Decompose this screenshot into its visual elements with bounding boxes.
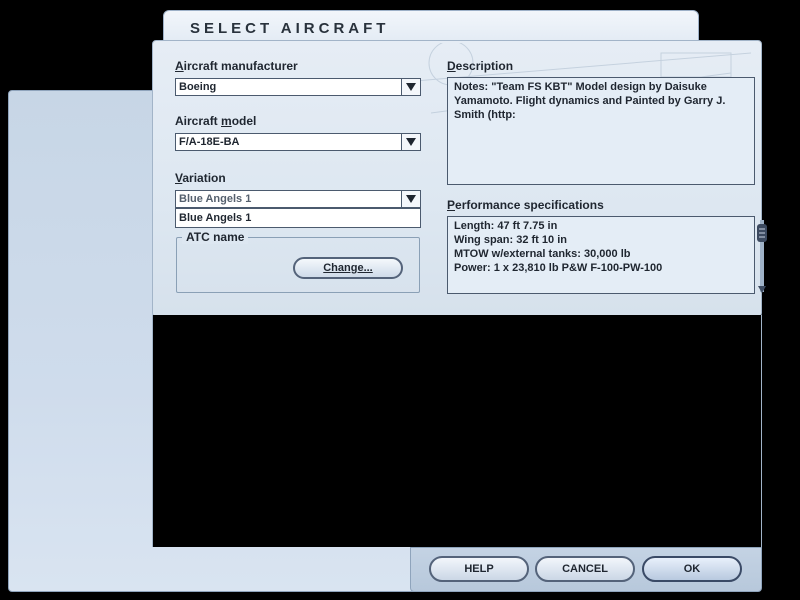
variation-value: Blue Angels 1	[179, 193, 252, 205]
manufacturer-label: Aircraft manufacturer	[175, 59, 298, 73]
variation-select[interactable]: Blue Angels 1	[175, 190, 421, 208]
ok-button[interactable]: OK	[642, 556, 742, 582]
performance-line: MTOW w/external tanks: 30,000 lb	[454, 248, 631, 260]
variation-label: Variation	[175, 171, 226, 185]
performance-line: Wing span: 32 ft 10 in	[454, 234, 567, 246]
chevron-down-icon[interactable]	[401, 79, 420, 95]
description-box: Notes: "Team FS KBT" Model design by Dai…	[447, 77, 755, 185]
chevron-down-icon[interactable]	[401, 191, 420, 207]
page-title: SELECT AIRCRAFT	[190, 20, 390, 37]
cancel-button[interactable]: CANCEL	[535, 556, 635, 582]
manufacturer-value: Boeing	[179, 81, 217, 93]
performance-line: Length: 47 ft 7.75 in	[454, 220, 558, 232]
description-label: Description	[447, 59, 514, 73]
performance-line: Power: 1 x 23,810 lb P&W F-100-PW-100	[454, 262, 663, 274]
model-label: Aircraft model	[175, 114, 257, 128]
description-text: Notes: "Team FS KBT" Model design by Dai…	[454, 81, 726, 121]
manufacturer-select[interactable]: Boeing	[175, 78, 421, 96]
preview-area	[152, 315, 762, 547]
model-value: F/A-18E-BA	[179, 136, 240, 148]
performance-scrollbar[interactable]	[756, 218, 768, 294]
atc-name-legend: ATC name	[182, 230, 249, 244]
performance-label: Performance specifications	[447, 198, 604, 212]
change-button[interactable]: Change...	[293, 257, 403, 279]
help-button[interactable]: HELP	[429, 556, 529, 582]
model-select[interactable]: F/A-18E-BA	[175, 133, 421, 151]
chevron-down-icon[interactable]	[401, 134, 420, 150]
variation-dropdown-option[interactable]: Blue Angels 1	[175, 208, 421, 228]
performance-box: Length: 47 ft 7.75 in Wing span: 32 ft 1…	[447, 216, 755, 294]
button-bar: HELP CANCEL OK	[410, 547, 762, 592]
